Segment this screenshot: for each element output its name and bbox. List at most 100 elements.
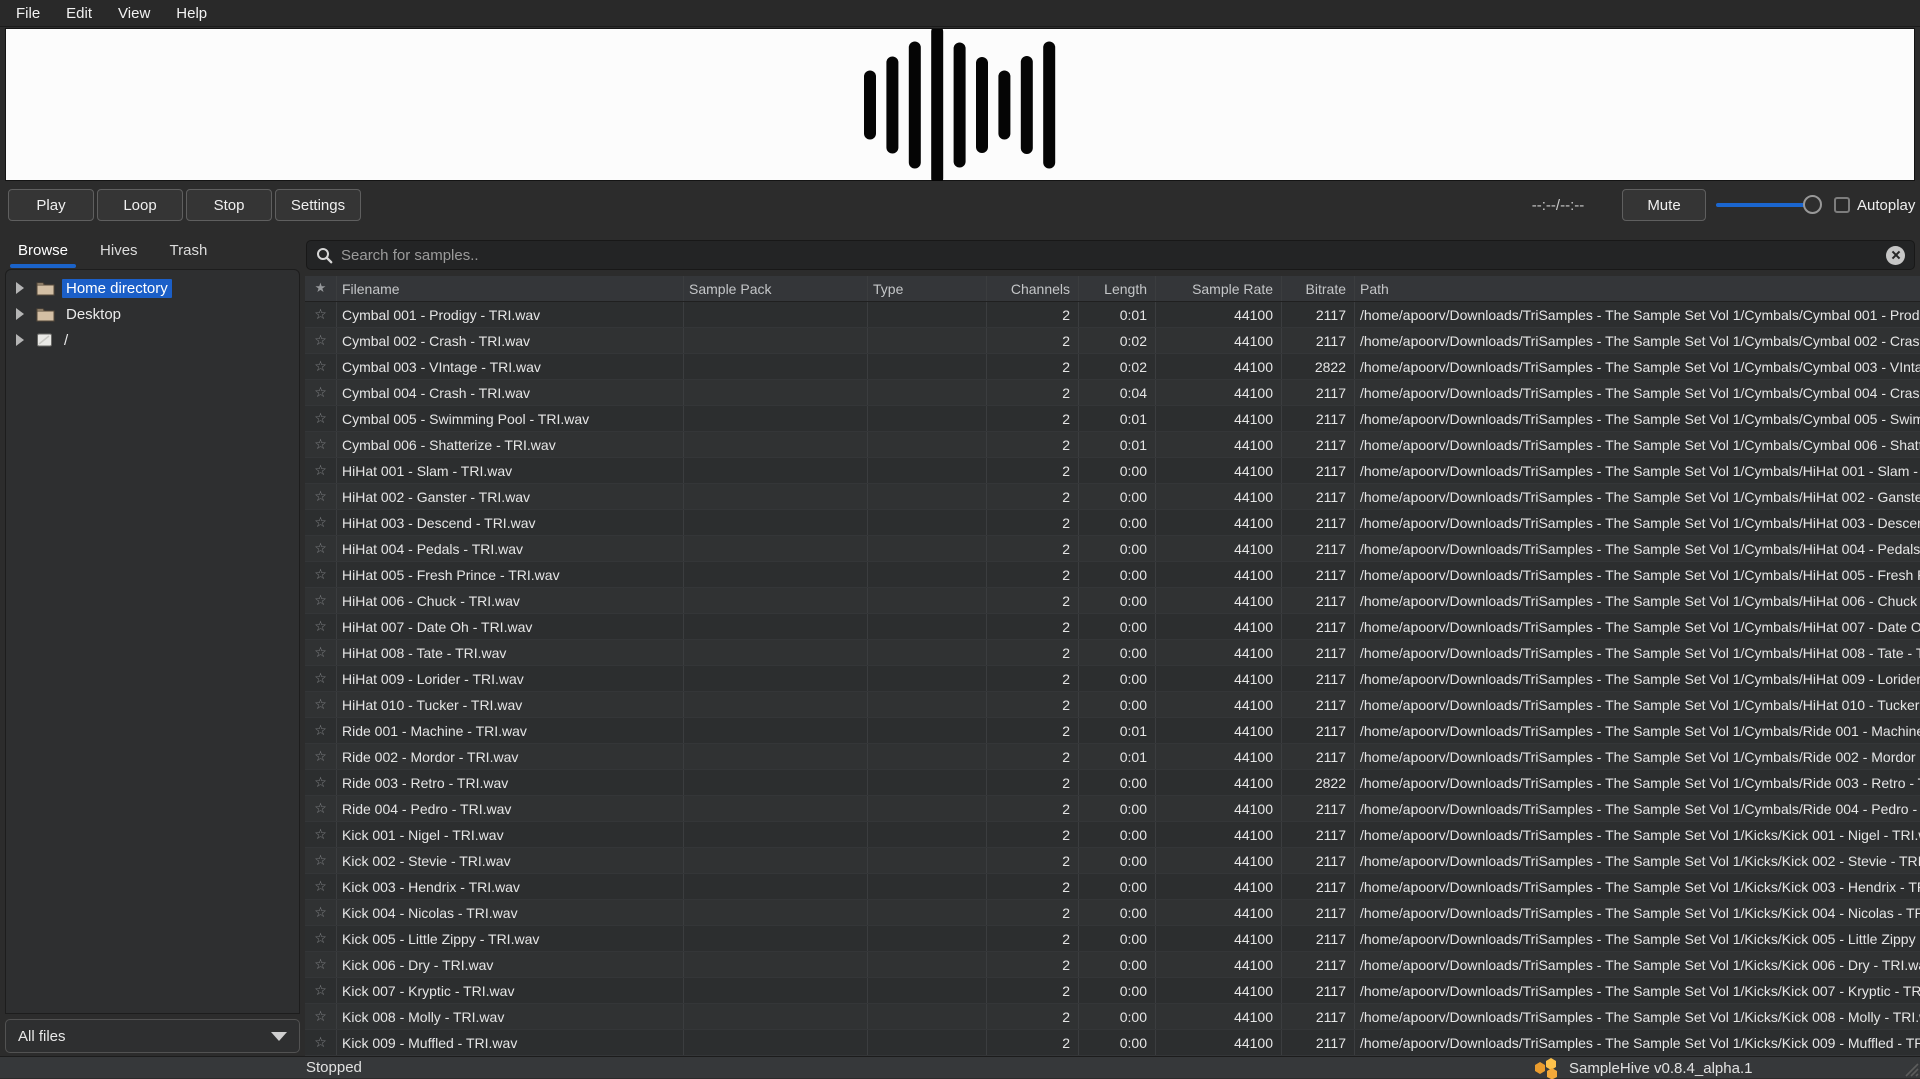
favorite-star-icon[interactable]: ☆ (305, 692, 337, 717)
tree-item-root[interactable]: / (6, 327, 299, 353)
column-header-type[interactable]: Type (868, 276, 987, 301)
favorite-star-icon[interactable]: ☆ (305, 510, 337, 535)
favorite-star-icon[interactable]: ☆ (305, 900, 337, 925)
table-row[interactable]: ☆ Kick 005 - Little Zippy - TRI.wav 2 0:… (305, 926, 1920, 952)
volume-slider[interactable] (1716, 203, 1822, 207)
table-row[interactable]: ☆ Cymbal 001 - Prodigy - TRI.wav 2 0:01 … (305, 302, 1920, 328)
favorite-star-icon[interactable]: ☆ (305, 302, 337, 327)
table-row[interactable]: ☆ Kick 001 - Nigel - TRI.wav 2 0:00 4410… (305, 822, 1920, 848)
cell-sample-pack (684, 302, 868, 327)
settings-button[interactable]: Settings (275, 189, 361, 221)
favorite-star-icon[interactable]: ☆ (305, 848, 337, 873)
loop-button[interactable]: Loop (97, 189, 183, 221)
search-bar (306, 240, 1915, 270)
menu-file[interactable]: File (3, 0, 53, 27)
table-row[interactable]: ☆ Cymbal 004 - Crash - TRI.wav 2 0:04 44… (305, 380, 1920, 406)
table-row[interactable]: ☆ HiHat 007 - Date Oh - TRI.wav 2 0:00 4… (305, 614, 1920, 640)
favorite-star-icon[interactable]: ☆ (305, 588, 337, 613)
expand-arrow-icon[interactable] (16, 282, 24, 294)
favorite-star-icon[interactable]: ☆ (305, 536, 337, 561)
table-row[interactable]: ☆ Cymbal 002 - Crash - TRI.wav 2 0:02 44… (305, 328, 1920, 354)
file-filter-dropdown[interactable]: All files (5, 1019, 300, 1053)
column-header-sample-pack[interactable]: Sample Pack (684, 276, 868, 301)
favorite-star-icon[interactable]: ☆ (305, 380, 337, 405)
stop-button[interactable]: Stop (186, 189, 272, 221)
table-row[interactable]: ☆ Ride 002 - Mordor - TRI.wav 2 0:01 441… (305, 744, 1920, 770)
table-row[interactable]: ☆ HiHat 003 - Descend - TRI.wav 2 0:00 4… (305, 510, 1920, 536)
expand-arrow-icon[interactable] (16, 308, 24, 320)
favorite-star-icon[interactable]: ☆ (305, 978, 337, 1003)
menu-edit[interactable]: Edit (53, 0, 105, 27)
table-row[interactable]: ☆ Kick 007 - Kryptic - TRI.wav 2 0:00 44… (305, 978, 1920, 1004)
table-row[interactable]: ☆ Cymbal 003 - VIntage - TRI.wav 2 0:02 … (305, 354, 1920, 380)
menu-help[interactable]: Help (163, 0, 220, 27)
table-row[interactable]: ☆ Ride 001 - Machine - TRI.wav 2 0:01 44… (305, 718, 1920, 744)
table-row[interactable]: ☆ HiHat 002 - Ganster - TRI.wav 2 0:00 4… (305, 484, 1920, 510)
favorite-star-icon[interactable]: ☆ (305, 718, 337, 743)
favorite-star-icon[interactable]: ☆ (305, 562, 337, 587)
favorite-star-icon[interactable]: ☆ (305, 926, 337, 951)
tab-browse[interactable]: Browse (8, 232, 78, 269)
resize-grip[interactable] (1900, 1058, 1919, 1077)
cell-length: 0:00 (1079, 588, 1156, 613)
table-row[interactable]: ☆ HiHat 004 - Pedals - TRI.wav 2 0:00 44… (305, 536, 1920, 562)
table-row[interactable]: ☆ Kick 006 - Dry - TRI.wav 2 0:00 44100 … (305, 952, 1920, 978)
favorite-star-icon[interactable]: ☆ (305, 432, 337, 457)
favorite-star-icon[interactable]: ☆ (305, 796, 337, 821)
table-row[interactable]: ☆ Cymbal 006 - Shatterize - TRI.wav 2 0:… (305, 432, 1920, 458)
table-row[interactable]: ☆ Cymbal 005 - Swimming Pool - TRI.wav 2… (305, 406, 1920, 432)
clear-search-icon[interactable] (1886, 246, 1905, 265)
table-row[interactable]: ☆ Kick 003 - Hendrix - TRI.wav 2 0:00 44… (305, 874, 1920, 900)
table-row[interactable]: ☆ HiHat 008 - Tate - TRI.wav 2 0:00 4410… (305, 640, 1920, 666)
tree-item-home-directory[interactable]: Home directory (6, 275, 299, 301)
expand-arrow-icon[interactable] (16, 334, 24, 346)
table-row[interactable]: ☆ HiHat 009 - Lorider - TRI.wav 2 0:00 4… (305, 666, 1920, 692)
table-row[interactable]: ☆ HiHat 005 - Fresh Prince - TRI.wav 2 0… (305, 562, 1920, 588)
table-row[interactable]: ☆ Kick 004 - Nicolas - TRI.wav 2 0:00 44… (305, 900, 1920, 926)
search-input[interactable] (341, 247, 1886, 264)
favorite-star-icon[interactable]: ☆ (305, 1030, 337, 1055)
waveform-display[interactable] (5, 28, 1915, 181)
favorite-star-icon[interactable]: ☆ (305, 666, 337, 691)
favorite-star-icon[interactable]: ☆ (305, 822, 337, 847)
table-row[interactable]: ☆ Ride 004 - Pedro - TRI.wav 2 0:00 4410… (305, 796, 1920, 822)
play-button[interactable]: Play (8, 189, 94, 221)
column-header-filename[interactable]: Filename (337, 276, 684, 301)
favorite-star-icon[interactable]: ☆ (305, 614, 337, 639)
favorite-star-icon[interactable]: ☆ (305, 406, 337, 431)
cell-sample-pack (684, 406, 868, 431)
favorite-star-icon[interactable]: ☆ (305, 770, 337, 795)
favorites-column-header-star-icon[interactable]: ★ (305, 276, 337, 301)
favorite-star-icon[interactable]: ☆ (305, 458, 337, 483)
favorite-star-icon[interactable]: ☆ (305, 484, 337, 509)
column-header-sample-rate[interactable]: Sample Rate (1156, 276, 1282, 301)
favorite-star-icon[interactable]: ☆ (305, 640, 337, 665)
autoplay-checkbox[interactable] (1834, 197, 1850, 213)
favorite-star-icon[interactable]: ☆ (305, 1004, 337, 1029)
column-header-path[interactable]: Path (1355, 276, 1920, 301)
menu-view[interactable]: View (105, 0, 163, 27)
table-row[interactable]: ☆ Kick 002 - Stevie - TRI.wav 2 0:00 441… (305, 848, 1920, 874)
favorite-star-icon[interactable]: ☆ (305, 328, 337, 353)
favorite-star-icon[interactable]: ☆ (305, 952, 337, 977)
favorite-star-icon[interactable]: ☆ (305, 744, 337, 769)
column-header-length[interactable]: Length (1079, 276, 1156, 301)
cell-sample-rate: 44100 (1156, 536, 1282, 561)
table-row[interactable]: ☆ HiHat 006 - Chuck - TRI.wav 2 0:00 441… (305, 588, 1920, 614)
favorite-star-icon[interactable]: ☆ (305, 874, 337, 899)
column-header-bitrate[interactable]: Bitrate (1282, 276, 1355, 301)
tree-item-desktop[interactable]: Desktop (6, 301, 299, 327)
table-row[interactable]: ☆ Ride 003 - Retro - TRI.wav 2 0:00 4410… (305, 770, 1920, 796)
file-filter-value: All files (18, 1028, 66, 1045)
volume-slider-thumb[interactable] (1803, 195, 1822, 214)
tab-trash[interactable]: Trash (160, 232, 218, 269)
table-row[interactable]: ☆ Kick 009 - Muffled - TRI.wav 2 0:00 44… (305, 1030, 1920, 1056)
favorite-star-icon[interactable]: ☆ (305, 354, 337, 379)
table-row[interactable]: ☆ HiHat 010 - Tucker - TRI.wav 2 0:00 44… (305, 692, 1920, 718)
table-row[interactable]: ☆ HiHat 001 - Slam - TRI.wav 2 0:00 4410… (305, 458, 1920, 484)
tab-hives[interactable]: Hives (90, 232, 148, 269)
table-row[interactable]: ☆ Kick 008 - Molly - TRI.wav 2 0:00 4410… (305, 1004, 1920, 1030)
mute-button[interactable]: Mute (1622, 189, 1706, 221)
column-header-channels[interactable]: Channels (987, 276, 1079, 301)
cell-sample-rate: 44100 (1156, 796, 1282, 821)
